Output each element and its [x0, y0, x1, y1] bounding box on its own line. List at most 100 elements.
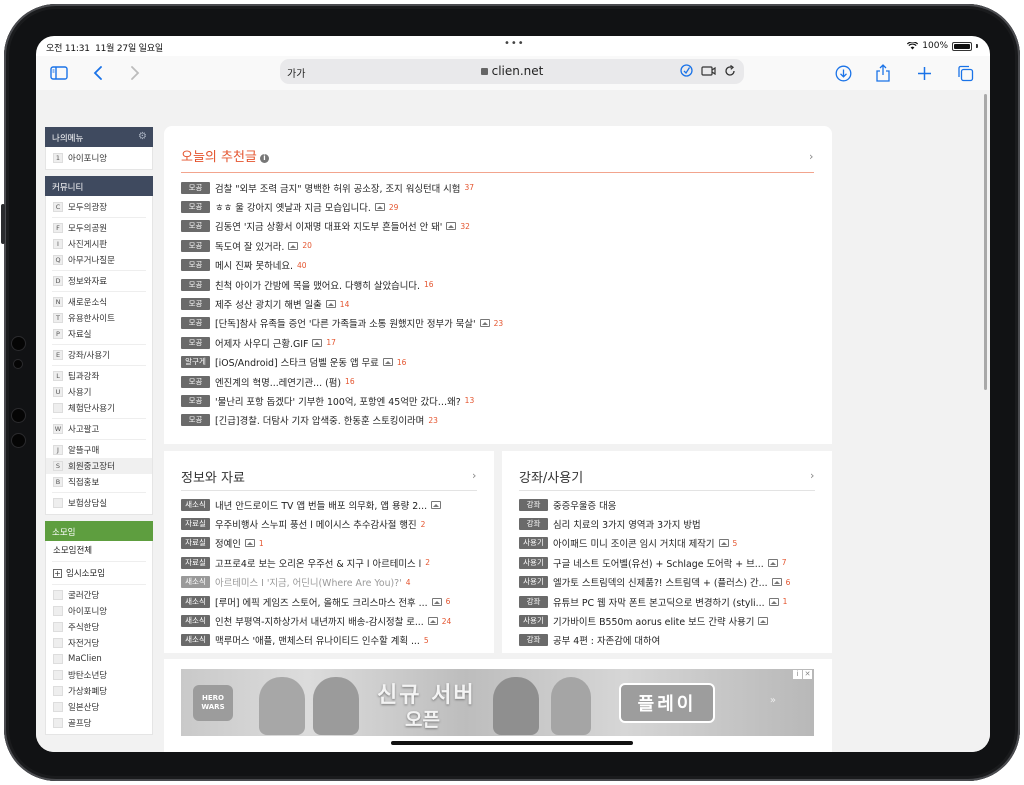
close-icon[interactable]: ✕ [803, 670, 812, 679]
category-tag[interactable]: 새소식 [181, 576, 210, 589]
list-item[interactable]: 모공 독도여 잘 있거라. 20 [181, 236, 503, 255]
list-item[interactable]: 사용기 구글 네스트 도어벨(유선) + Schlage 도어락 + 브... 7 [519, 553, 790, 572]
sidebar-item[interactable]: J 알뜰구매 [46, 442, 152, 458]
gear-icon[interactable]: ⚙ [138, 131, 147, 142]
list-item[interactable]: 강좌 유튜브 PC 웹 자막 폰트 본고딕으로 변경하기 (styli... 1 [519, 592, 790, 611]
multitask-dots-icon[interactable]: ••• [504, 38, 525, 49]
reload-icon[interactable] [724, 64, 736, 77]
list-item[interactable]: 자료실 고프로4로 보는 오리온 우주선 & 지구 l 아르테미스 l 2 [181, 553, 451, 572]
category-tag[interactable]: 사용기 [519, 615, 548, 628]
category-tag[interactable]: 모공 [181, 394, 210, 407]
list-item[interactable]: 새소식 내년 안드로이드 TV 앱 번들 배포 의무화, 앱 용량 2... [181, 495, 451, 514]
ad-info-icon[interactable]: i [793, 670, 802, 679]
list-item[interactable]: 모공 메시 진짜 못하네요. 40 [181, 256, 503, 275]
list-item[interactable]: 모공 제주 성산 광치기 해변 일출 14 [181, 294, 503, 313]
new-tab-icon[interactable] [913, 62, 935, 84]
category-tag[interactable]: 강좌 [519, 634, 548, 647]
post-title[interactable]: 엔진계의 혁명...레연기관... (펌) [215, 375, 341, 389]
sidebar-toggle-icon[interactable] [48, 62, 70, 84]
post-title[interactable]: 인천 부평역-지하상가서 내년까지 배송-감시정찰 로... [215, 614, 424, 628]
category-tag[interactable]: 사용기 [519, 537, 548, 550]
post-title[interactable]: 심리 치료의 3가지 영역과 3가지 방법 [553, 517, 701, 531]
category-tag[interactable]: 새소식 [181, 615, 210, 628]
post-title[interactable]: 제주 성산 광치기 해변 일출 [215, 297, 322, 311]
extension-icon[interactable] [680, 64, 693, 77]
list-item[interactable]: 새소식 아르테미스 I '지금, 어딘니(Where Are You)?' 4 [181, 573, 451, 592]
category-tag[interactable]: 모공 [181, 298, 210, 311]
category-tag[interactable]: 새소식 [181, 595, 210, 608]
post-title[interactable]: 아르테미스 I '지금, 어딘니(Where Are You)?' [215, 575, 402, 589]
sidebar-item[interactable]: P 자료실 [46, 326, 152, 342]
post-title[interactable]: ㅎㅎ 울 강아지 옛날과 지금 모습입니다. [215, 200, 371, 214]
list-item[interactable]: 사용기 기가바이트 B550m aorus elite 보드 간략 사용기 [519, 611, 790, 630]
expand-icon[interactable]: + [53, 568, 62, 578]
somoim-all-link[interactable]: 소모임전체 [46, 541, 152, 559]
list-item[interactable]: 새소식 [루머] 에픽 게임즈 스토어, 올해도 크리스마스 전후 ... 6 [181, 592, 451, 611]
post-title[interactable]: [iOS/Android] 스타크 덤벨 운동 앱 무료 [215, 355, 379, 369]
list-item[interactable]: 사용기 아이패드 미니 조이콘 임시 거치대 제작기 5 [519, 534, 790, 553]
url-display[interactable]: clien.net [280, 64, 744, 78]
sidebar-item[interactable]: · 체험단사용기 [46, 400, 152, 416]
category-tag[interactable]: 모공 [181, 259, 210, 272]
ad-banner[interactable]: HERO WARS 신규 서버 오픈 플레이 » i ✕ [181, 669, 814, 736]
category-tag[interactable]: 자료실 [181, 518, 210, 531]
post-title[interactable]: 고프로4로 보는 오리온 우주선 & 지구 l 아르테미스 l [215, 556, 421, 570]
sidebar-item[interactable]: · 방탄소년당 [46, 667, 152, 683]
post-title[interactable]: 독도여 잘 있거라. [215, 239, 284, 253]
list-item[interactable]: 모공 검찰 "외부 조력 금지" 명백한 허위 공소장, 조지 워싱턴대 시험 37 [181, 178, 503, 197]
category-tag[interactable]: 자료실 [181, 556, 210, 569]
post-title[interactable]: 중증우울증 대응 [553, 498, 616, 512]
chevron-right-icon[interactable]: » [770, 695, 776, 706]
chevron-right-icon[interactable]: › [810, 469, 814, 482]
category-tag[interactable]: 새소식 [181, 498, 210, 511]
category-tag[interactable]: 알구게 [181, 356, 210, 369]
category-tag[interactable]: 강좌 [519, 595, 548, 608]
ad-play-button[interactable]: 플레이 [619, 683, 715, 723]
list-item[interactable]: 자료실 우주비행사 스누피 풍선 l 메이시스 추수감사절 행진 2 [181, 514, 451, 533]
share-icon[interactable] [872, 62, 894, 84]
sidebar-item[interactable]: F 모두의공원 [46, 220, 152, 236]
category-tag[interactable]: 모공 [181, 201, 210, 214]
reader-icon[interactable] [701, 65, 716, 77]
home-indicator[interactable] [391, 741, 633, 745]
list-item[interactable]: 모공 엔진계의 혁명...레연기관... (펌) 16 [181, 372, 503, 391]
scrollbar[interactable] [984, 94, 987, 390]
back-icon[interactable] [87, 62, 109, 84]
sidebar-item[interactable]: · 일본산당 [46, 699, 152, 715]
post-title[interactable]: 구글 네스트 도어벨(유선) + Schlage 도어락 + 브... [553, 556, 764, 570]
sidebar-item[interactable]: · 가상화폐당 [46, 683, 152, 699]
post-title[interactable]: 기가바이트 B550m aorus elite 보드 간략 사용기 [553, 614, 754, 628]
sidebar-item[interactable]: E 강좌/사용기 [46, 347, 152, 363]
category-tag[interactable]: 모공 [181, 317, 210, 330]
post-title[interactable]: [루머] 에픽 게임즈 스토어, 올해도 크리스마스 전후 ... [215, 595, 428, 609]
post-title[interactable]: 아이패드 미니 조이콘 임시 거치대 제작기 [553, 536, 715, 550]
category-tag[interactable]: 모공 [181, 220, 210, 233]
sidebar-item[interactable]: T 유용한사이트 [46, 310, 152, 326]
category-tag[interactable]: 모공 [181, 181, 210, 194]
download-icon[interactable] [832, 62, 854, 84]
lecture-board-title[interactable]: 강좌/사용기 [519, 467, 583, 486]
post-title[interactable]: '물난리 포항 돕겠다' 기부한 100억, 포항엔 45억만 갔다…왜? [215, 394, 461, 408]
sidebar-item[interactable]: S 회원중고장터 [46, 458, 152, 474]
category-tag[interactable]: 강좌 [519, 498, 548, 511]
sidebar-item[interactable]: Q 아무거나질문 [46, 252, 152, 268]
list-item[interactable]: 강좌 공부 4편 : 자존감에 대하여 [519, 631, 790, 650]
category-tag[interactable]: 모공 [181, 414, 210, 427]
category-tag[interactable]: 자료실 [181, 537, 210, 550]
post-title[interactable]: 우주비행사 스누피 풍선 l 메이시스 추수감사절 행진 [215, 517, 417, 531]
tabs-overview-icon[interactable] [954, 62, 976, 84]
category-tag[interactable]: 모공 [181, 336, 210, 349]
sidebar-item[interactable]: W 사고팔고 [46, 421, 152, 437]
sidebar-item[interactable]: · 자전거당 [46, 635, 152, 651]
list-item[interactable]: 사용기 엘가토 스트림덱의 신제품?! 스트림덱 + (플러스) 간... 6 [519, 573, 790, 592]
sidebar-item[interactable]: C 모두의광장 [46, 199, 152, 215]
category-tag[interactable]: 사용기 [519, 576, 548, 589]
post-title[interactable]: 김동연 '지금 상황서 이재명 대표와 지도부 흔들어선 안 돼' [215, 219, 442, 233]
sidebar-item[interactable]: D 정보와자료 [46, 273, 152, 289]
category-tag[interactable]: 사용기 [519, 556, 548, 569]
list-item[interactable]: 모공 [긴급]경찰. 더탐사 기자 압색중. 한동훈 스토킹이라며 23 [181, 411, 503, 430]
sidebar-item[interactable]: I 사진게시판 [46, 236, 152, 252]
sidebar-item[interactable]: · 보험상담실 [46, 495, 152, 511]
sidebar-item[interactable]: · 주식한당 [46, 619, 152, 635]
sidebar-item[interactable]: · MaClien [46, 651, 152, 667]
